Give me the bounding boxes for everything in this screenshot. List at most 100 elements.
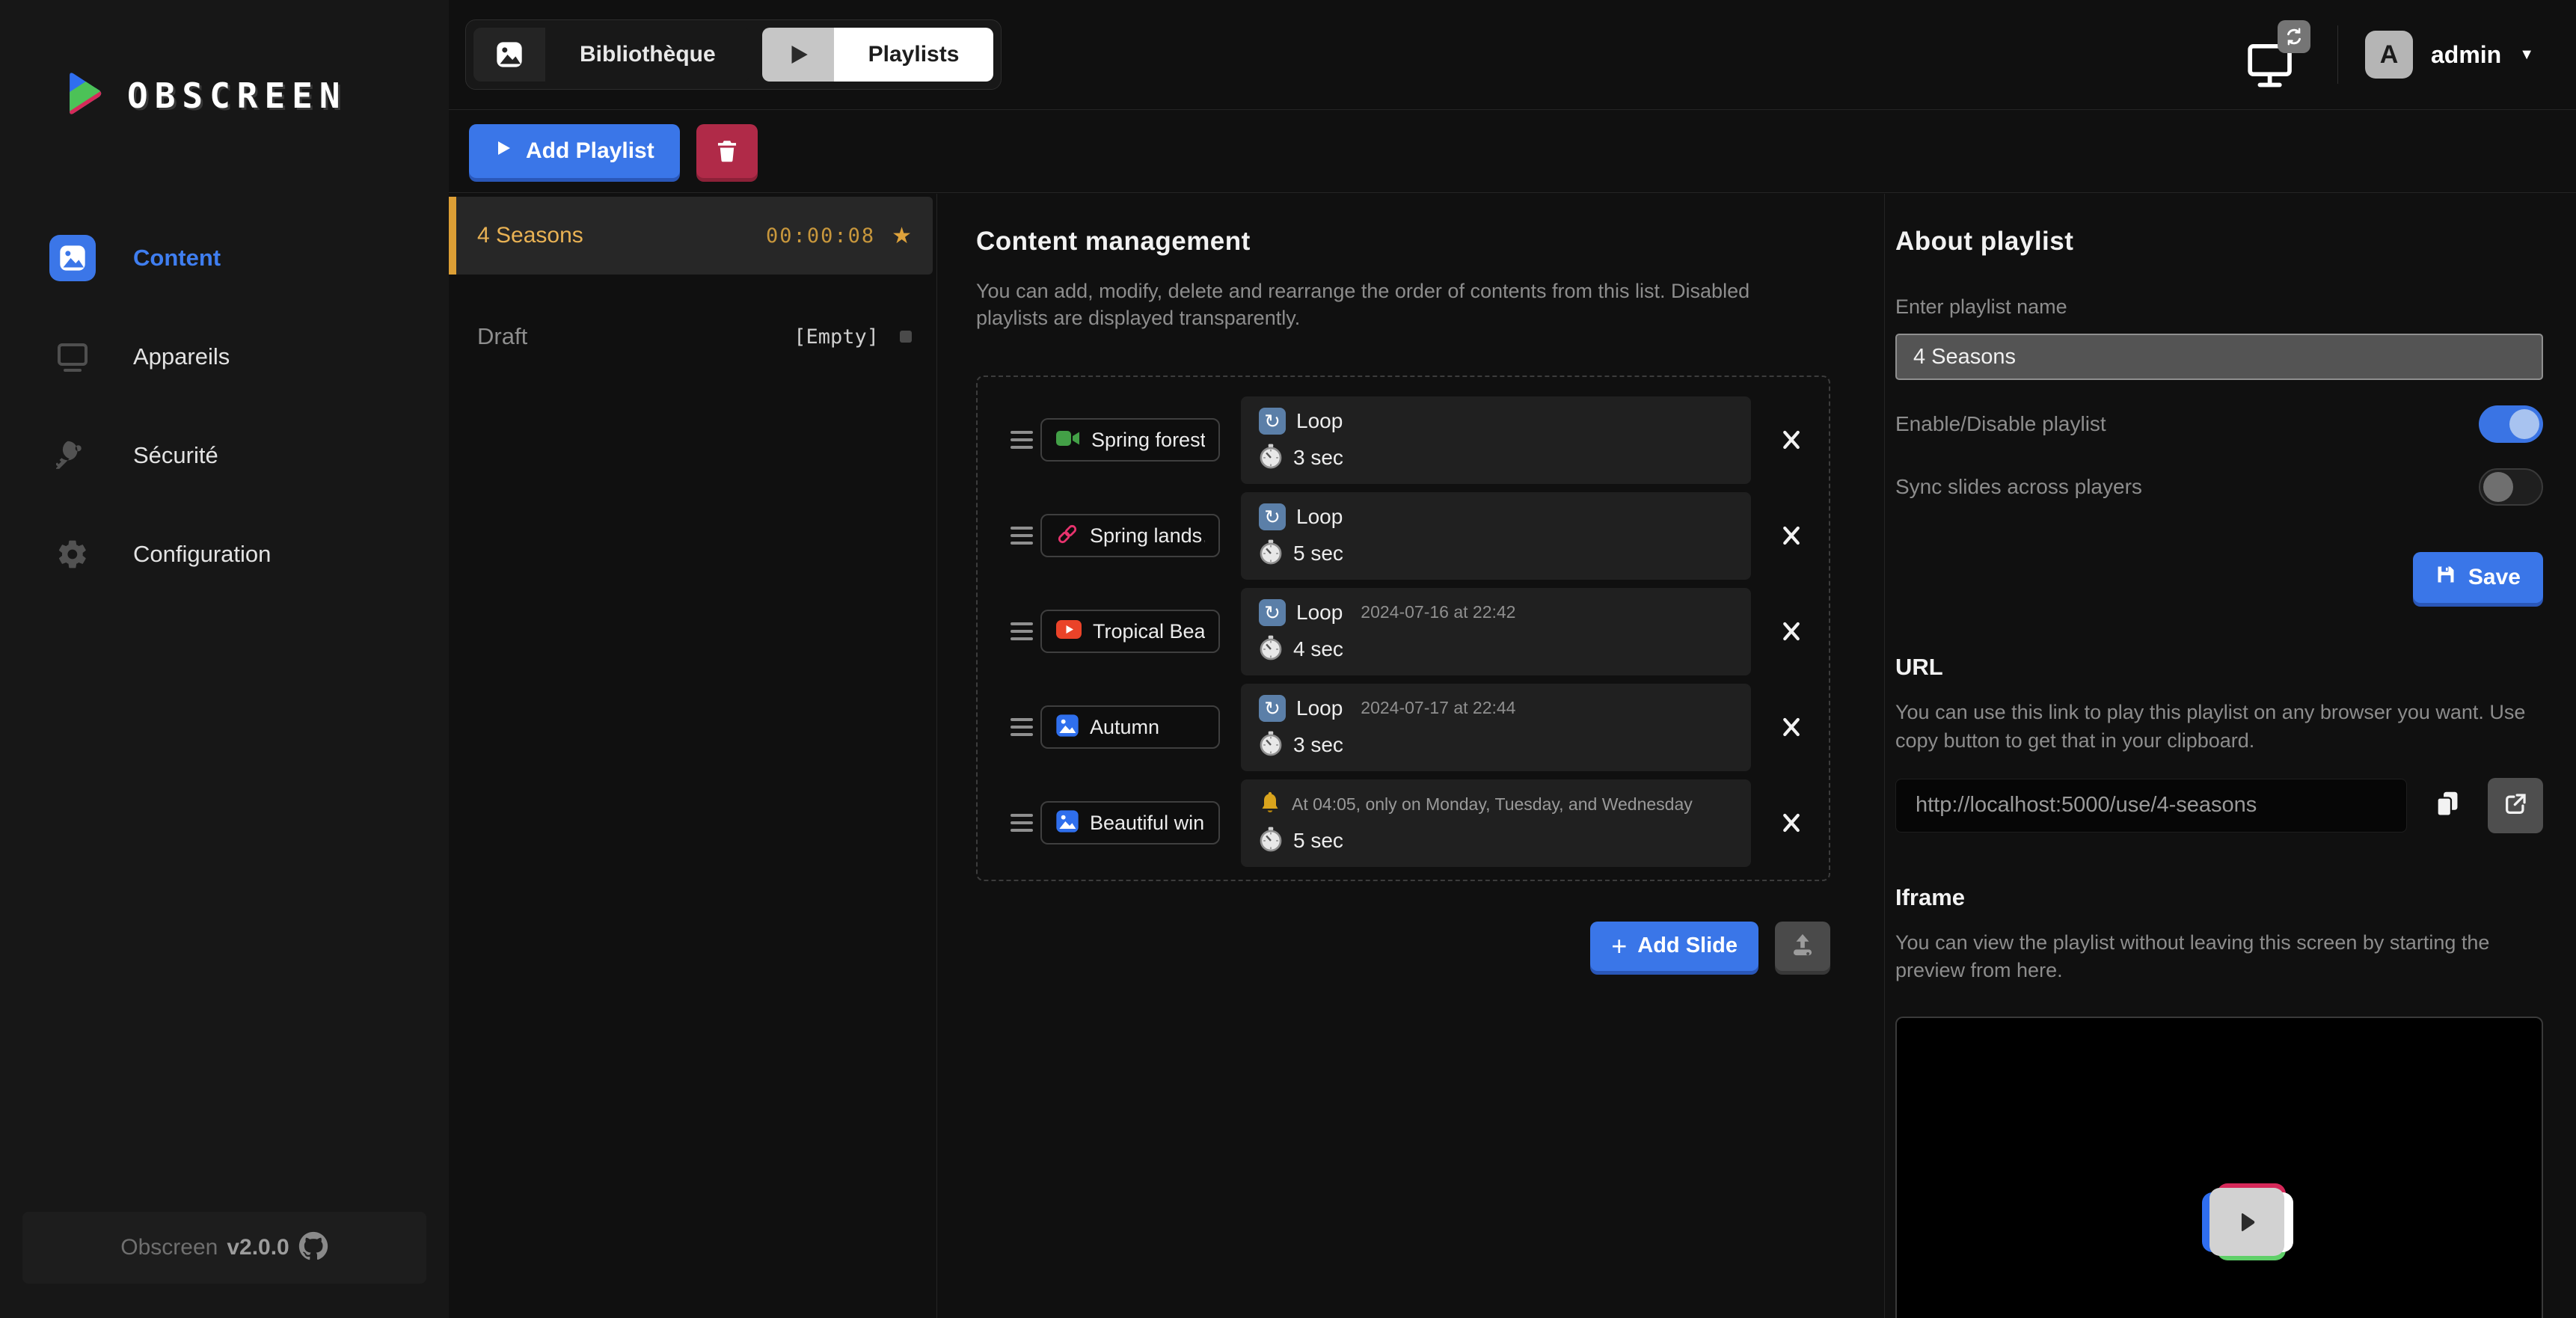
slide-chip[interactable]: Autumn xyxy=(1040,705,1220,749)
add-slide-button[interactable]: + Add Slide xyxy=(1590,922,1758,971)
slide-settings-card[interactable]: ↻Loop2024-07-16 at 22:42 4 sec xyxy=(1241,588,1751,675)
upload-icon xyxy=(1789,932,1816,960)
link-icon xyxy=(1055,522,1079,550)
monitor-icon xyxy=(49,334,96,380)
key-icon xyxy=(49,432,96,479)
playlist-duration: 00:00:08 xyxy=(766,224,875,248)
sidebar: OBSCREEN Content Appareils Sécurité xyxy=(0,0,449,1318)
loop-icon: ↻ xyxy=(1259,695,1286,722)
stopwatch-icon xyxy=(1259,731,1283,760)
stopwatch-icon xyxy=(1259,444,1283,473)
slide-settings-card[interactable]: ↻Loop 5 sec xyxy=(1241,492,1751,580)
tab-label: Bibliothèque xyxy=(545,28,750,82)
external-link-icon xyxy=(2503,791,2528,819)
youtube-icon xyxy=(1055,619,1082,643)
slide-chip[interactable]: Spring lands… xyxy=(1040,514,1220,557)
close-icon[interactable] xyxy=(1769,716,1814,738)
drag-handle-icon[interactable] xyxy=(1011,527,1033,545)
tab-playlists[interactable]: Playlists xyxy=(762,28,994,82)
playlist-item-4-seasons[interactable]: 4 Seasons 00:00:08 ★ xyxy=(449,197,933,275)
sidebar-nav: Content Appareils Sécurité Configuration xyxy=(0,209,449,604)
top-bar: Bibliothèque Playlists xyxy=(449,0,2576,110)
content-description: You can add, modify, delete and rearrang… xyxy=(976,278,1769,332)
tab-label: Playlists xyxy=(834,28,994,82)
slide-settings-card[interactable]: ↻Loop2024-07-17 at 22:44 3 sec xyxy=(1241,684,1751,771)
slide-row: Spring forest… ↻Loop 3 sec xyxy=(1011,396,1814,484)
sidebar-item-label: Appareils xyxy=(133,343,230,370)
drag-handle-icon[interactable] xyxy=(1011,814,1033,832)
preview-play-logo[interactable] xyxy=(2202,1183,2293,1260)
play-icon xyxy=(2209,1188,2284,1256)
close-icon[interactable] xyxy=(1769,812,1814,834)
github-icon[interactable] xyxy=(298,1231,328,1265)
close-icon[interactable] xyxy=(1769,429,1814,451)
obscreen-logo-icon xyxy=(52,66,108,125)
save-button[interactable]: Save xyxy=(2413,552,2543,603)
slide-chip[interactable]: Tropical Bea… xyxy=(1040,610,1220,653)
url-title: URL xyxy=(1895,654,2543,681)
playlist-name-label: Enter playlist name xyxy=(1895,295,2543,319)
playlist-name-input[interactable] xyxy=(1895,334,2543,380)
slide-chip[interactable]: Spring forest… xyxy=(1040,418,1220,462)
delete-playlist-button[interactable] xyxy=(696,124,758,178)
sidebar-item-configuration[interactable]: Configuration xyxy=(0,505,449,604)
close-icon[interactable] xyxy=(1769,620,1814,643)
enable-toggle-row: Enable/Disable playlist xyxy=(1895,405,2543,443)
slide-row: Spring lands… ↻Loop 5 sec xyxy=(1011,492,1814,580)
drag-handle-icon[interactable] xyxy=(1011,431,1033,449)
sidebar-item-securite[interactable]: Sécurité xyxy=(0,406,449,505)
gear-icon xyxy=(49,531,96,577)
sidebar-item-appareils[interactable]: Appareils xyxy=(0,307,449,406)
url-description: You can use this link to play this playl… xyxy=(1895,699,2543,755)
playlist-preview-iframe[interactable] xyxy=(1895,1017,2543,1318)
playlist-url-input[interactable] xyxy=(1895,779,2407,833)
sync-slides-toggle[interactable] xyxy=(2479,468,2543,506)
play-icon xyxy=(762,28,834,82)
stopwatch-icon xyxy=(1259,539,1283,568)
video-icon xyxy=(1055,429,1081,452)
iframe-title: Iframe xyxy=(1895,884,2543,911)
user-name: admin xyxy=(2431,41,2501,69)
stopwatch-icon xyxy=(1259,827,1283,856)
chevron-down-icon: ▼ xyxy=(2519,46,2534,64)
sidebar-item-content[interactable]: Content xyxy=(0,209,449,307)
slide-settings-card[interactable]: At 04:05, only on Monday, Tuesday, and W… xyxy=(1241,779,1751,867)
plus-icon: + xyxy=(1611,931,1627,962)
playlist-name: Draft xyxy=(477,323,794,350)
footer-app-name: Obscreen xyxy=(120,1235,218,1260)
close-icon[interactable] xyxy=(1769,524,1814,547)
sync-toggle-row: Sync slides across players xyxy=(1895,468,2543,506)
drag-handle-icon[interactable] xyxy=(1011,718,1033,736)
obscreen-logo: OBSCREEN xyxy=(0,0,449,125)
tab-bibliotheque[interactable]: Bibliothèque xyxy=(473,28,750,82)
refresh-icon xyxy=(2278,20,2310,53)
sidebar-item-label: Content xyxy=(133,245,221,272)
playlist-toolbar: Add Playlist xyxy=(449,110,2576,193)
image-icon xyxy=(1055,809,1079,837)
slide-date: 2024-07-16 at 22:42 xyxy=(1361,602,1515,622)
stopwatch-icon xyxy=(1259,635,1283,664)
footer-version: v2.0.0 xyxy=(227,1235,289,1260)
save-row: Save xyxy=(1895,552,2543,603)
top-bar-right: A admin ▼ xyxy=(2246,20,2534,89)
enable-playlist-toggle[interactable] xyxy=(2479,405,2543,443)
open-url-button[interactable] xyxy=(2488,778,2543,833)
user-menu[interactable]: A admin ▼ xyxy=(2365,31,2534,79)
screen-preview-button[interactable] xyxy=(2246,20,2310,89)
add-playlist-button[interactable]: Add Playlist xyxy=(469,124,680,178)
slide-chip[interactable]: Beautiful win… xyxy=(1040,801,1220,845)
iframe-description: You can view the playlist without leavin… xyxy=(1895,929,2543,986)
image-icon xyxy=(473,28,545,82)
loop-icon: ↻ xyxy=(1259,503,1286,530)
copy-icon xyxy=(2435,790,2460,821)
slide-settings-card[interactable]: ↻Loop 3 sec xyxy=(1241,396,1751,484)
main-area: Bibliothèque Playlists xyxy=(449,0,2576,1318)
copy-button[interactable] xyxy=(2426,785,2468,827)
upload-button[interactable] xyxy=(1775,922,1830,971)
slide-row: Autumn ↻Loop2024-07-17 at 22:44 3 sec xyxy=(1011,684,1814,771)
slide-date: 2024-07-17 at 22:44 xyxy=(1361,698,1515,718)
slide-row: Beautiful win… At 04:05, only on Monday,… xyxy=(1011,779,1814,867)
drag-handle-icon[interactable] xyxy=(1011,622,1033,640)
playlist-item-draft[interactable]: Draft [Empty] xyxy=(449,318,936,355)
trash-icon xyxy=(714,137,740,166)
